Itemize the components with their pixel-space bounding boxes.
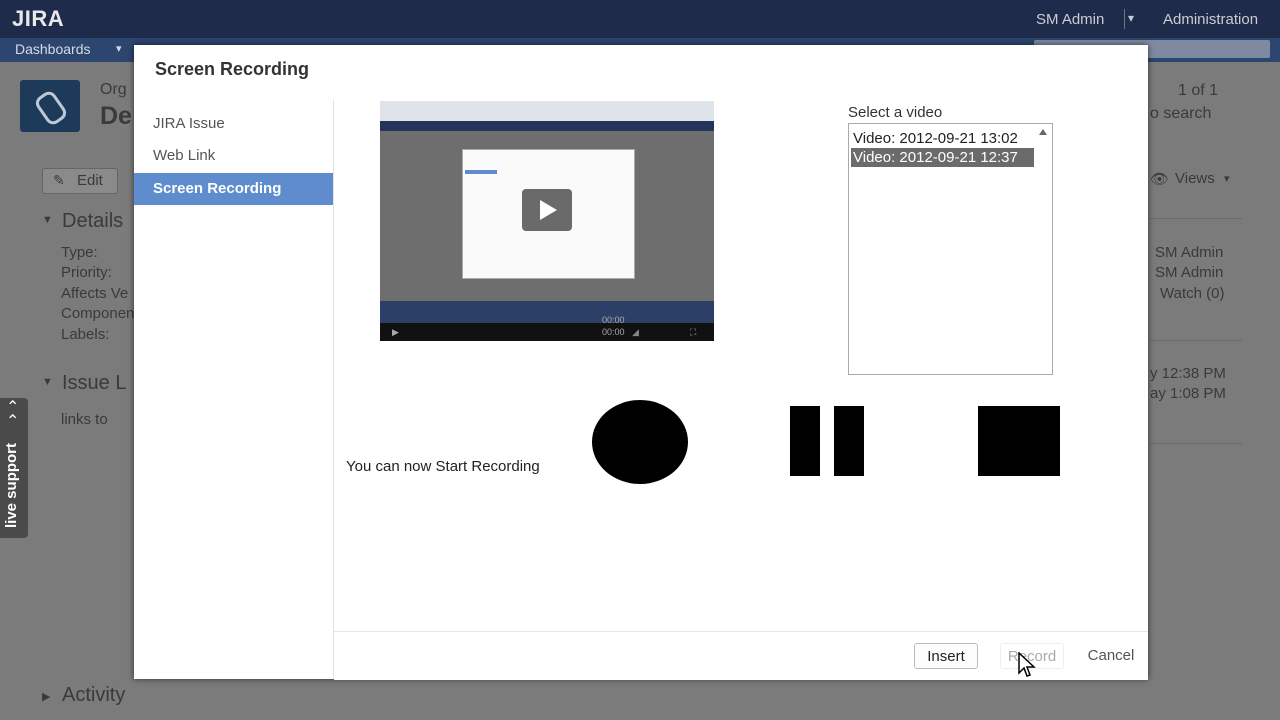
jira-logo[interactable]: JIRA xyxy=(12,6,64,32)
select-video-label: Select a video xyxy=(848,104,943,121)
activity-heading[interactable]: Activity xyxy=(62,684,125,707)
record-icon[interactable] xyxy=(592,400,688,484)
recording-status: You can now Start Recording xyxy=(346,458,540,475)
pause-bar xyxy=(790,406,820,476)
live-support-label: live support xyxy=(3,442,20,528)
administration-link[interactable]: Administration xyxy=(1163,11,1258,28)
preview-taskbar xyxy=(380,301,714,323)
chevron-down-icon[interactable]: ▾ xyxy=(116,42,122,55)
dialog-title: Screen Recording xyxy=(155,59,310,79)
sidebar-item-screen-recording[interactable]: Screen Recording xyxy=(134,173,333,205)
scroll-up-arrow-icon[interactable] xyxy=(1039,129,1047,135)
chevron-down-icon[interactable]: ▾ xyxy=(1224,172,1230,185)
chevron-down-icon[interactable]: ▾ xyxy=(1128,11,1134,25)
project-avatar xyxy=(20,80,80,132)
pencil-icon: ✎ xyxy=(53,172,65,188)
pager: 1 of 1 xyxy=(1178,82,1219,99)
reporter-value[interactable]: SM Admin xyxy=(1155,264,1223,281)
insert-button[interactable]: Insert xyxy=(914,643,978,669)
edit-button[interactable]: ✎ Edit xyxy=(42,168,118,194)
time-total: 00:00 xyxy=(602,315,625,325)
expand-icon[interactable]: ▶ xyxy=(42,690,50,703)
video-preview[interactable]: ▶ 00:00 ◢ ⛶ 00:00 xyxy=(380,101,714,341)
user-menu[interactable]: SM Admin xyxy=(1036,11,1104,28)
fullscreen-icon[interactable]: ⛶ xyxy=(690,327,696,338)
collapse-icon[interactable]: ▼ xyxy=(42,376,53,388)
divider xyxy=(1150,443,1242,444)
detail-label: Labels: xyxy=(61,326,110,343)
details-heading[interactable]: Details xyxy=(62,210,123,233)
volume-icon[interactable]: ◢ xyxy=(632,327,639,338)
preview-nav-bar xyxy=(380,121,714,131)
time-current: 00:00 xyxy=(602,327,625,337)
project-name[interactable]: Org xyxy=(100,81,127,99)
sidebar-item-web-link[interactable]: Web Link xyxy=(134,140,333,172)
cancel-button[interactable]: Cancel xyxy=(1078,643,1144,669)
assignee-value[interactable]: SM Admin xyxy=(1155,244,1223,261)
links-to-label: links to xyxy=(61,411,108,428)
issue-links-heading[interactable]: Issue L xyxy=(62,372,126,395)
video-select-list[interactable]: Video: 2012-09-21 13:02 Video: 2012-09-2… xyxy=(848,123,1053,375)
collapse-icon[interactable]: ▼ xyxy=(42,214,53,226)
preview-browser-toolbar xyxy=(380,101,714,121)
issue-title: De xyxy=(100,102,132,130)
detail-label: Type: xyxy=(61,244,98,261)
detail-label: Componen xyxy=(61,305,135,322)
header-divider xyxy=(1124,9,1125,29)
edit-label: Edit xyxy=(77,172,103,189)
detail-label: Priority: xyxy=(61,264,112,281)
play-icon[interactable] xyxy=(522,189,572,231)
pause-icon[interactable] xyxy=(790,406,864,476)
eye-icon: 👁 xyxy=(1150,171,1170,188)
watch-link[interactable]: Watch (0) xyxy=(1160,285,1224,302)
stop-icon[interactable] xyxy=(978,406,1060,476)
double-chevron-up-icon: ⌃ ⌃ xyxy=(6,399,20,430)
preview-highlight xyxy=(465,170,497,174)
views-menu[interactable]: Views xyxy=(1175,170,1215,187)
divider xyxy=(1150,340,1242,341)
sidebar-item-jira-issue[interactable]: JIRA Issue xyxy=(134,108,333,140)
video-controls[interactable]: ▶ 00:00 ◢ ⛶ xyxy=(380,323,714,341)
top-header: JIRA SM Admin ▾ Administration xyxy=(0,0,1280,38)
dashboards-menu[interactable]: Dashboards xyxy=(15,41,91,57)
updated-date: ay 1:08 PM xyxy=(1150,385,1226,402)
divider xyxy=(1150,218,1242,219)
video-option[interactable]: Video: 2012-09-21 13:02 xyxy=(851,129,1034,148)
play-small-icon[interactable]: ▶ xyxy=(392,327,399,338)
created-date: y 12:38 PM xyxy=(1150,365,1226,382)
screen-recording-dialog: Screen Recording JIRA Issue Web Link Scr… xyxy=(134,45,1148,680)
pause-bar xyxy=(834,406,864,476)
return-to-search-link[interactable]: o search xyxy=(1150,105,1211,123)
dialog-sidebar: JIRA Issue Web Link Screen Recording xyxy=(134,100,334,679)
video-option-selected[interactable]: Video: 2012-09-21 12:37 xyxy=(851,148,1034,167)
live-support-tab[interactable]: ⌃ ⌃ live support xyxy=(0,398,28,538)
detail-label: Affects Ve xyxy=(61,285,129,302)
